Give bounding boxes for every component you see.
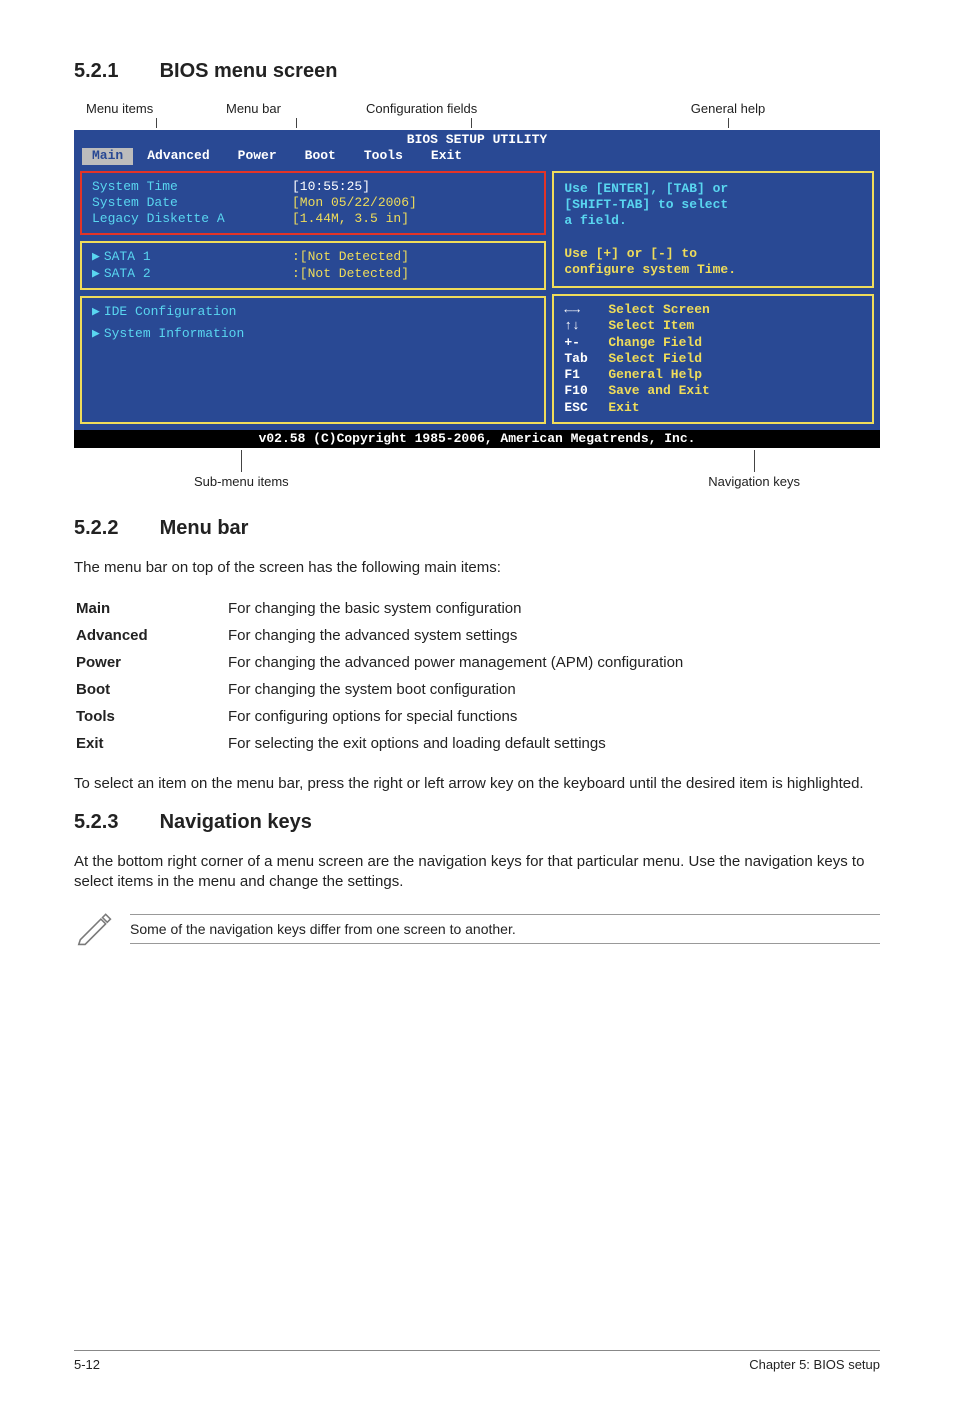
- triangle-icon: ▶: [92, 326, 100, 341]
- nav-key: ↑↓: [564, 318, 608, 334]
- bios-help-line: configure system Time.: [564, 262, 862, 278]
- nav-key: ESC: [564, 400, 608, 416]
- menu-desc: For changing the advanced system setting…: [228, 623, 878, 648]
- nav-key: Tab: [564, 351, 608, 367]
- note-box: Some of the navigation keys differ from …: [74, 908, 880, 950]
- bios-field-key: System Time: [92, 179, 292, 195]
- bios-panel-bot: ▶ IDE Configuration ▶ System Information: [80, 296, 546, 424]
- label-config-fields: Configuration fields: [366, 101, 576, 116]
- heading-522: 5.2.2 Menu bar: [74, 517, 880, 540]
- bios-help-panel: Use [ENTER], [TAB] or [SHIFT-TAB] to sel…: [552, 171, 874, 289]
- nav-label: Select Item: [608, 318, 694, 333]
- section-number: 5.2.1: [74, 60, 154, 83]
- table-row: MainFor changing the basic system config…: [76, 596, 878, 621]
- bios-field-value: :[Not Detected]: [292, 249, 409, 265]
- page-footer: 5-12 Chapter 5: BIOS setup: [74, 1350, 880, 1372]
- page-number: 5-12: [74, 1357, 100, 1372]
- bios-tab-main: Main: [82, 148, 133, 164]
- section-number: 5.2.2: [74, 517, 154, 540]
- nav-label: General Help: [608, 367, 702, 382]
- menu-key: Tools: [76, 704, 226, 729]
- bios-help-line: Use [ENTER], [TAB] or: [564, 181, 862, 197]
- menu-desc: For changing the system boot configurati…: [228, 677, 878, 702]
- bios-submenu: System Information: [104, 326, 244, 341]
- menu-bar-intro: The menu bar on top of the screen has th…: [74, 558, 880, 578]
- bios-field-value: :[Not Detected]: [292, 266, 409, 282]
- label-navigation-keys: Navigation keys: [708, 474, 800, 489]
- label-general-help: General help: [576, 101, 880, 116]
- bios-field-key: Legacy Diskette A: [92, 211, 292, 227]
- bios-help-line: [SHIFT-TAB] to select: [564, 197, 862, 213]
- section-title: Navigation keys: [160, 811, 312, 833]
- bios-field-value: [10:55:25]: [292, 179, 370, 195]
- table-row: BootFor changing the system boot configu…: [76, 677, 878, 702]
- bios-help-line: Use [+] or [-] to: [564, 246, 862, 262]
- nav-label: Exit: [608, 400, 639, 415]
- nav-label: Select Field: [608, 351, 702, 366]
- nav-label: Save and Exit: [608, 383, 709, 398]
- nav-key: F1: [564, 367, 608, 383]
- bios-nav-panel: ←→Select Screen ↑↓Select Item +-Change F…: [552, 294, 874, 424]
- heading-523: 5.2.3 Navigation keys: [74, 811, 880, 834]
- table-row: ExitFor selecting the exit options and l…: [76, 731, 878, 756]
- bios-field-key: System Date: [92, 195, 292, 211]
- menu-desc: For configuring options for special func…: [228, 704, 878, 729]
- menu-key: Boot: [76, 677, 226, 702]
- bios-panel-top: System Time[10:55:25] System Date[Mon 05…: [80, 171, 546, 236]
- bios-footer: v02.58 (C)Copyright 1985-2006, American …: [74, 430, 880, 448]
- bios-tab-boot: Boot: [291, 148, 350, 164]
- nav-key: F10: [564, 383, 608, 399]
- bios-tab-tools: Tools: [350, 148, 417, 164]
- bios-title: BIOS SETUP UTILITY: [74, 130, 880, 148]
- heading-521: 5.2.1 BIOS menu screen: [74, 60, 880, 83]
- nav-label: Select Screen: [608, 302, 709, 317]
- diagram-top-labels: Menu items Menu bar Configuration fields…: [74, 101, 880, 128]
- note-text: Some of the navigation keys differ from …: [130, 921, 880, 937]
- label-submenu-items: Sub-menu items: [194, 474, 289, 489]
- triangle-icon: ▶: [92, 266, 100, 281]
- bios-field-key: SATA 1: [104, 249, 151, 264]
- bios-submenu: IDE Configuration: [104, 304, 237, 319]
- menu-desc: For changing the basic system configurat…: [228, 596, 878, 621]
- menu-key: Power: [76, 650, 226, 675]
- table-row: AdvancedFor changing the advanced system…: [76, 623, 878, 648]
- menu-desc: For changing the advanced power manageme…: [228, 650, 878, 675]
- bios-field-key: SATA 2: [104, 266, 151, 281]
- menu-bar-outro: To select an item on the menu bar, press…: [74, 774, 880, 794]
- menu-bar-table: MainFor changing the basic system config…: [74, 594, 880, 758]
- nav-key: ←→: [564, 302, 608, 318]
- bios-panel-mid: ▶ SATA 1 :[Not Detected] ▶ SATA 2 :[Not Dete…: [80, 241, 546, 290]
- label-menu-bar: Menu bar: [226, 101, 366, 116]
- section-title: BIOS menu screen: [160, 60, 338, 82]
- table-row: PowerFor changing the advanced power man…: [76, 650, 878, 675]
- triangle-icon: ▶: [92, 304, 100, 319]
- bios-tab-power: Power: [224, 148, 291, 164]
- bios-screenshot: BIOS SETUP UTILITY Main Advanced Power B…: [74, 130, 880, 448]
- section-number: 5.2.3: [74, 811, 154, 834]
- bios-menubar: Main Advanced Power Boot Tools Exit: [74, 148, 880, 166]
- nav-key: +-: [564, 335, 608, 351]
- pencil-icon: [74, 908, 112, 950]
- bios-tab-advanced: Advanced: [133, 148, 223, 164]
- section-title: Menu bar: [160, 517, 249, 539]
- menu-key: Exit: [76, 731, 226, 756]
- table-row: ToolsFor configuring options for special…: [76, 704, 878, 729]
- nav-keys-text: At the bottom right corner of a menu scr…: [74, 852, 880, 893]
- bios-tab-exit: Exit: [417, 148, 476, 164]
- bios-help-line: a field.: [564, 213, 862, 229]
- label-menu-items: Menu items: [86, 101, 226, 116]
- triangle-icon: ▶: [92, 249, 100, 264]
- menu-key: Main: [76, 596, 226, 621]
- menu-key: Advanced: [76, 623, 226, 648]
- bios-field-value: [Mon 05/22/2006]: [292, 195, 417, 211]
- nav-label: Change Field: [608, 335, 702, 350]
- menu-desc: For selecting the exit options and loadi…: [228, 731, 878, 756]
- diagram-bottom-labels: Sub-menu items Navigation keys: [74, 450, 880, 489]
- chapter-label: Chapter 5: BIOS setup: [749, 1357, 880, 1372]
- bios-field-value: [1.44M, 3.5 in]: [292, 211, 409, 227]
